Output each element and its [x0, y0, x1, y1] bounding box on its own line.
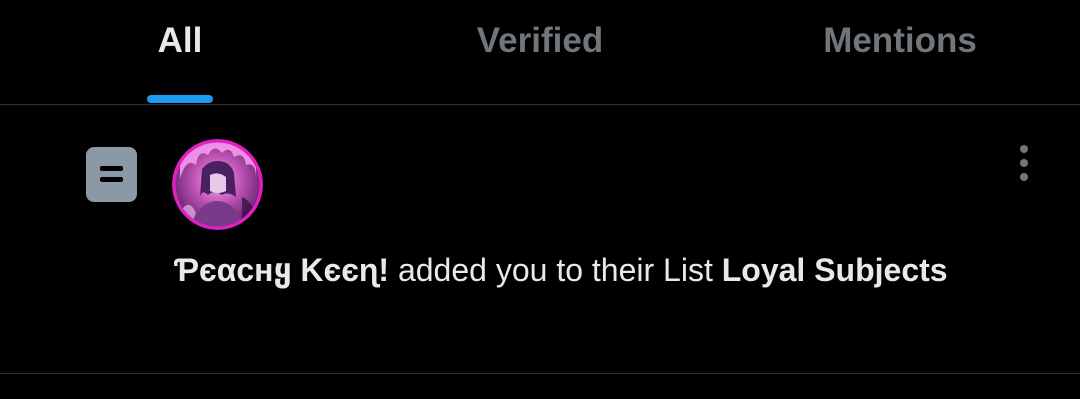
tab-verified-label: Verified [476, 21, 604, 60]
active-tab-indicator [147, 95, 213, 103]
more-vertical-icon [1020, 145, 1028, 153]
notification-item[interactable]: Ƥєαcнყ Kєєɳ! added you to their List Loy… [0, 105, 1080, 374]
user-avatar[interactable] [172, 139, 263, 230]
list-name-link[interactable]: Loyal Subjects [722, 252, 948, 288]
tab-mentions[interactable]: Mentions [790, 0, 1010, 104]
notifications-tab-bar: All Verified Mentions [0, 0, 1080, 105]
tab-all-label: All [157, 21, 203, 60]
more-options-button[interactable] [1004, 141, 1044, 185]
action-text: added you to their List [389, 252, 722, 288]
tab-verified[interactable]: Verified [440, 0, 640, 104]
user-name-link[interactable]: Ƥєαcнყ Kєєɳ! [174, 252, 389, 288]
tab-all[interactable]: All [120, 0, 240, 104]
notification-text: Ƥєαcнყ Kєєɳ! added you to their List Loy… [174, 245, 1034, 295]
list-icon [86, 147, 137, 202]
tab-mentions-label: Mentions [823, 21, 977, 60]
